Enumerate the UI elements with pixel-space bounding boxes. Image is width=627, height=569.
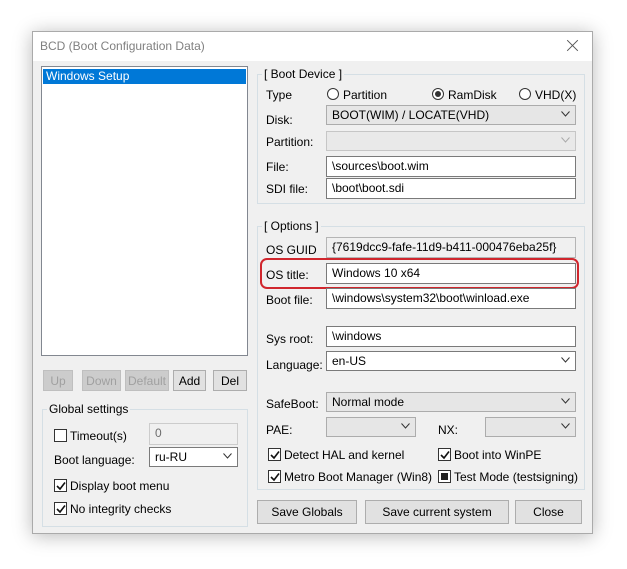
checkmark-icon: [56, 505, 66, 514]
close-button[interactable]: Close: [515, 500, 582, 524]
timeout-checkbox[interactable]: [54, 429, 67, 442]
timeout-field[interactable]: 0: [149, 423, 238, 445]
detect-hal-label: Detect HAL and kernel: [284, 448, 405, 462]
pae-select[interactable]: [326, 417, 416, 437]
os-guid-label: OS GUID: [266, 243, 317, 257]
type-label: Type: [266, 88, 293, 102]
boot-language-select[interactable]: ru-RU: [149, 447, 238, 467]
chevron-down-icon: [561, 423, 570, 429]
boot-entries-list[interactable]: Windows Setup: [41, 66, 248, 356]
file-label: File:: [266, 160, 289, 174]
boot-winpe-checkbox[interactable]: [438, 448, 451, 461]
title-bar: BCD (Boot Configuration Data): [33, 32, 592, 61]
type-vhd-radio[interactable]: [519, 88, 531, 100]
boot-file-field[interactable]: \windows\system32\boot\winload.exe: [326, 288, 576, 309]
sdi-file-label: SDI file:: [266, 182, 309, 196]
type-ramdisk-radio[interactable]: [432, 88, 444, 100]
partition-select[interactable]: [326, 131, 576, 151]
chevron-down-icon: [561, 111, 570, 117]
type-partition-radio[interactable]: [327, 88, 339, 100]
save-globals-button[interactable]: Save Globals: [257, 500, 357, 524]
language-label: Language:: [266, 358, 323, 372]
boot-language-label: Boot language:: [54, 453, 135, 467]
chevron-down-icon: [561, 357, 570, 363]
type-vhd-label: VHD(X): [535, 88, 577, 102]
chevron-down-icon: [223, 453, 232, 459]
safeboot-label: SafeBoot:: [266, 397, 319, 411]
save-current-system-button[interactable]: Save current system: [365, 500, 509, 524]
boot-winpe-label: Boot into WinPE: [454, 448, 542, 462]
language-select[interactable]: en-US: [326, 351, 576, 371]
disk-label: Disk:: [266, 113, 293, 127]
down-button[interactable]: Down: [82, 370, 121, 391]
boot-file-label: Boot file:: [266, 293, 313, 307]
pae-label: PAE:: [266, 423, 293, 437]
window-title: BCD (Boot Configuration Data): [40, 39, 205, 53]
boot-device-title: [ Boot Device ]: [262, 67, 345, 81]
test-mode-checkbox[interactable]: [438, 470, 451, 483]
chevron-down-icon: [561, 398, 570, 404]
add-button[interactable]: Add: [173, 370, 206, 391]
language-value: en-US: [332, 354, 367, 368]
os-title-highlight: [260, 258, 579, 289]
no-integrity-checks-label: No integrity checks: [70, 502, 172, 516]
list-item[interactable]: Windows Setup: [43, 69, 246, 84]
boot-language-value: ru-RU: [155, 450, 187, 464]
safeboot-select[interactable]: Normal mode: [326, 392, 576, 412]
del-button[interactable]: Del: [213, 370, 247, 391]
checkmark-icon: [270, 473, 280, 482]
options-title: [ Options ]: [262, 219, 321, 233]
display-boot-menu-checkbox[interactable]: [54, 479, 67, 492]
metro-boot-manager-label: Metro Boot Manager (Win8): [284, 470, 433, 484]
close-icon[interactable]: [563, 36, 583, 56]
chevron-down-icon: [401, 423, 410, 429]
disk-value: BOOT(WIM) / LOCATE(VHD): [332, 108, 490, 122]
chevron-down-icon: [561, 137, 570, 143]
metro-boot-manager-checkbox[interactable]: [268, 470, 281, 483]
timeout-label: Timeout(s): [70, 429, 127, 443]
type-ramdisk-label: RamDisk: [448, 88, 497, 102]
test-mode-label: Test Mode (testsigning): [454, 470, 579, 484]
sdi-file-field[interactable]: \boot\boot.sdi: [326, 178, 576, 199]
no-integrity-checks-checkbox[interactable]: [54, 502, 67, 515]
checkmark-icon: [270, 451, 280, 460]
safeboot-value: Normal mode: [332, 395, 405, 409]
nx-label: NX:: [438, 423, 459, 437]
sys-root-label: Sys root:: [266, 332, 314, 346]
sys-root-field[interactable]: \windows: [326, 326, 576, 347]
default-button[interactable]: Default: [125, 370, 169, 391]
type-partition-label: Partition: [343, 88, 388, 102]
checkmark-icon: [440, 451, 450, 460]
nx-select[interactable]: [485, 417, 576, 437]
global-settings-title: Global settings: [47, 402, 131, 416]
bcd-dialog: BCD (Boot Configuration Data) Windows Se…: [32, 31, 593, 534]
up-button[interactable]: Up: [43, 370, 73, 391]
file-field[interactable]: \sources\boot.wim: [326, 156, 576, 177]
disk-select[interactable]: BOOT(WIM) / LOCATE(VHD): [326, 105, 576, 125]
display-boot-menu-label: Display boot menu: [70, 479, 170, 493]
partition-label: Partition:: [266, 135, 314, 149]
os-guid-field[interactable]: {7619dcc9-fafe-11d9-b411-000476eba25f}: [326, 237, 576, 258]
checkmark-icon: [56, 482, 66, 491]
detect-hal-checkbox[interactable]: [268, 448, 281, 461]
